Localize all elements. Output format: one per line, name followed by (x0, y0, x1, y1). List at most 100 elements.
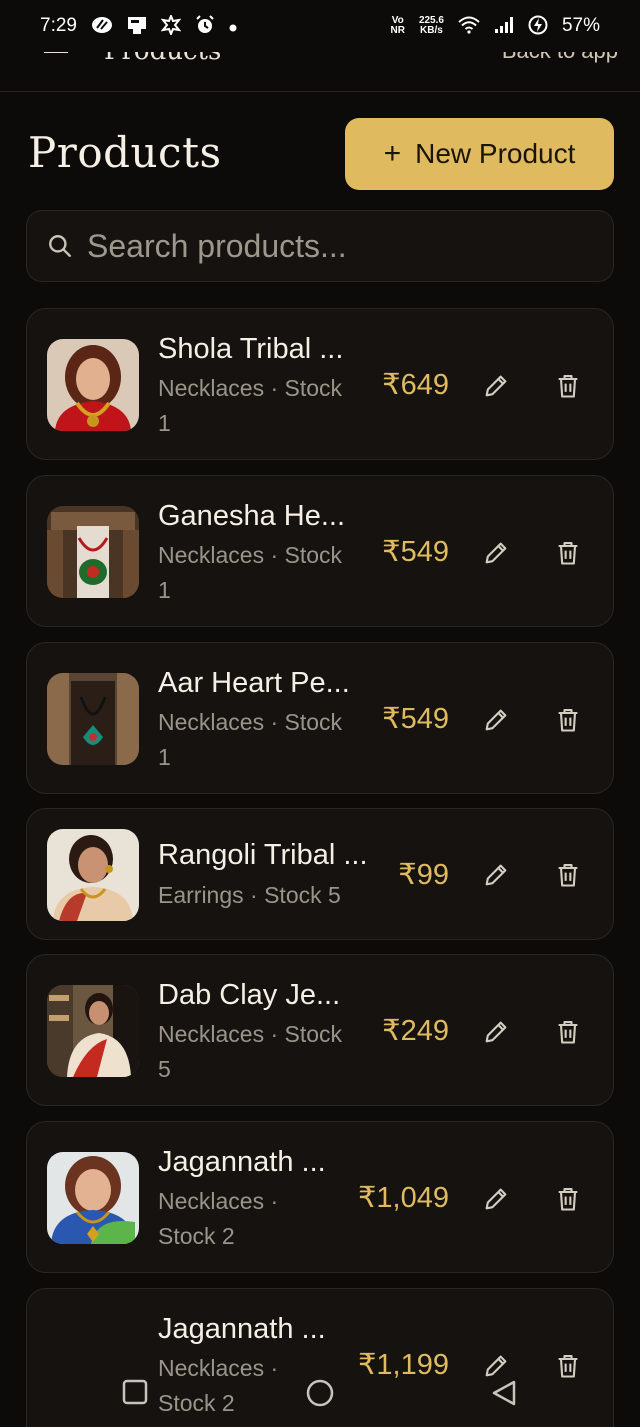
page-header: Products + New Product (28, 118, 614, 190)
notification-settings-icon (160, 12, 182, 38)
product-price: ₹649 (382, 369, 449, 401)
signal-icon (494, 16, 514, 37)
product-card[interactable]: Dab Clay Je... Necklaces · Stock 5 ₹249 (26, 954, 614, 1106)
product-name[interactable]: Aar Heart Pe... (158, 667, 350, 700)
search-icon (49, 235, 71, 257)
page-title: Products (28, 128, 222, 177)
trash-icon (558, 864, 578, 887)
product-stock-count: 5 (158, 1056, 171, 1082)
pencil-icon (485, 542, 507, 564)
product-price: ₹1,049 (357, 1182, 449, 1214)
product-price: ₹249 (382, 1015, 449, 1047)
volte-indicator: Vo NR (390, 15, 405, 36)
product-name[interactable]: Rangoli Tribal ... (158, 839, 368, 872)
home-button[interactable] (305, 1378, 335, 1413)
trash-icon (558, 1355, 578, 1378)
edit-button[interactable] (476, 700, 516, 740)
delete-button[interactable] (548, 1346, 588, 1386)
product-card[interactable]: Rangoli Tribal ... Earrings · Stock 5 ₹9… (26, 808, 614, 940)
product-category-stock: Necklaces · Stock (158, 375, 343, 401)
battery-charging-icon (528, 15, 548, 38)
edit-button[interactable] (476, 1179, 516, 1219)
product-price: ₹1,199 (357, 1349, 449, 1381)
product-stock-count: 1 (158, 577, 171, 603)
pencil-icon (485, 1188, 507, 1210)
trash-icon (558, 1188, 578, 1211)
delete-button[interactable] (548, 700, 588, 740)
product-meta: Necklaces · Stock 1 (158, 705, 342, 775)
delete-button[interactable] (548, 366, 588, 406)
delete-button[interactable] (548, 1179, 588, 1219)
product-category-stock: Necklaces · (158, 1355, 279, 1381)
screen: 7:29 Vo NR 225.6 KB/s 57% Products + New… (0, 0, 640, 1427)
recents-button[interactable] (122, 1379, 148, 1410)
product-category-stock: Necklaces · Stock (158, 709, 343, 735)
trash-icon (558, 542, 578, 565)
alarm-icon (195, 14, 215, 38)
product-thumbnail[interactable] (47, 985, 139, 1077)
status-left: 7:29 (40, 12, 237, 38)
product-name[interactable]: Ganesha He... (158, 500, 345, 533)
product-meta: Earrings · Stock 5 (158, 878, 341, 913)
product-meta: Necklaces · Stock 2 (158, 1184, 278, 1254)
product-thumbnail[interactable] (47, 339, 139, 431)
edit-button[interactable] (476, 366, 516, 406)
delete-button[interactable] (548, 1012, 588, 1052)
status-bar: 7:29 Vo NR 225.6 KB/s 57% (0, 0, 640, 52)
back-button[interactable] (490, 1379, 518, 1412)
pencil-icon (485, 864, 507, 886)
product-stock-count: 1 (158, 744, 171, 770)
product-thumbnail[interactable] (47, 506, 139, 598)
product-name[interactable]: Dab Clay Je... (158, 979, 340, 1012)
edit-button[interactable] (476, 855, 516, 895)
product-price: ₹99 (398, 859, 449, 891)
product-category-stock: Necklaces · Stock (158, 542, 343, 568)
product-card[interactable]: Ganesha He... Necklaces · Stock 1 ₹549 (26, 475, 614, 627)
product-card[interactable]: Jagannath ... Necklaces · Stock 2 ₹1,049 (26, 1121, 614, 1273)
product-stock-count: 1 (158, 410, 171, 436)
product-category-stock: Earrings · Stock 5 (158, 882, 341, 908)
network-speed: 225.6 KB/s (418, 15, 444, 36)
pencil-icon (485, 1355, 507, 1377)
product-price: ₹549 (382, 536, 449, 568)
product-category-stock: Necklaces · Stock (158, 1021, 343, 1047)
product-price: ₹549 (382, 703, 449, 735)
new-product-label: New Product (415, 138, 576, 169)
edit-button[interactable] (476, 1012, 516, 1052)
plus-icon: + (383, 137, 402, 170)
trash-icon (558, 375, 578, 398)
delete-button[interactable] (548, 533, 588, 573)
product-thumbnail[interactable] (47, 829, 139, 921)
product-card[interactable]: Shola Tribal ... Necklaces · Stock 1 ₹64… (26, 308, 614, 460)
product-name[interactable]: Shola Tribal ... (158, 333, 343, 366)
product-stock-count: Stock 2 (158, 1390, 235, 1416)
edit-button[interactable] (476, 533, 516, 573)
circle-icon (306, 1379, 334, 1407)
product-category-stock: Necklaces · (158, 1188, 279, 1214)
notification-dot-icon (229, 17, 237, 35)
product-name[interactable]: Jagannath ... (158, 1146, 326, 1179)
product-card[interactable]: Aar Heart Pe... Necklaces · Stock 1 ₹549 (26, 642, 614, 794)
battery-percent: 57% (561, 15, 600, 36)
search-bar[interactable] (26, 210, 614, 282)
product-meta: Necklaces · Stock 1 (158, 371, 342, 441)
search-input[interactable] (87, 227, 567, 265)
trash-icon (558, 1021, 578, 1044)
triangle-back-icon (492, 1380, 516, 1406)
product-stock-count: Stock 2 (158, 1223, 235, 1249)
pencil-icon (485, 709, 507, 731)
product-meta: Necklaces · Stock 2 (158, 1351, 278, 1421)
pencil-icon (485, 1021, 507, 1043)
status-right: Vo NR 225.6 KB/s 57% (390, 15, 600, 38)
product-thumbnail[interactable] (47, 673, 139, 765)
product-meta: Necklaces · Stock 5 (158, 1017, 342, 1087)
product-meta: Necklaces · Stock 1 (158, 538, 342, 608)
new-product-button[interactable]: + New Product (345, 118, 614, 190)
notification-app-icon (91, 16, 113, 37)
wifi-icon (458, 16, 480, 37)
notification-cast-icon (127, 15, 147, 38)
status-time: 7:29 (40, 15, 77, 36)
product-name[interactable]: Jagannath ... (158, 1313, 326, 1346)
delete-button[interactable] (548, 855, 588, 895)
product-thumbnail[interactable] (47, 1152, 139, 1244)
